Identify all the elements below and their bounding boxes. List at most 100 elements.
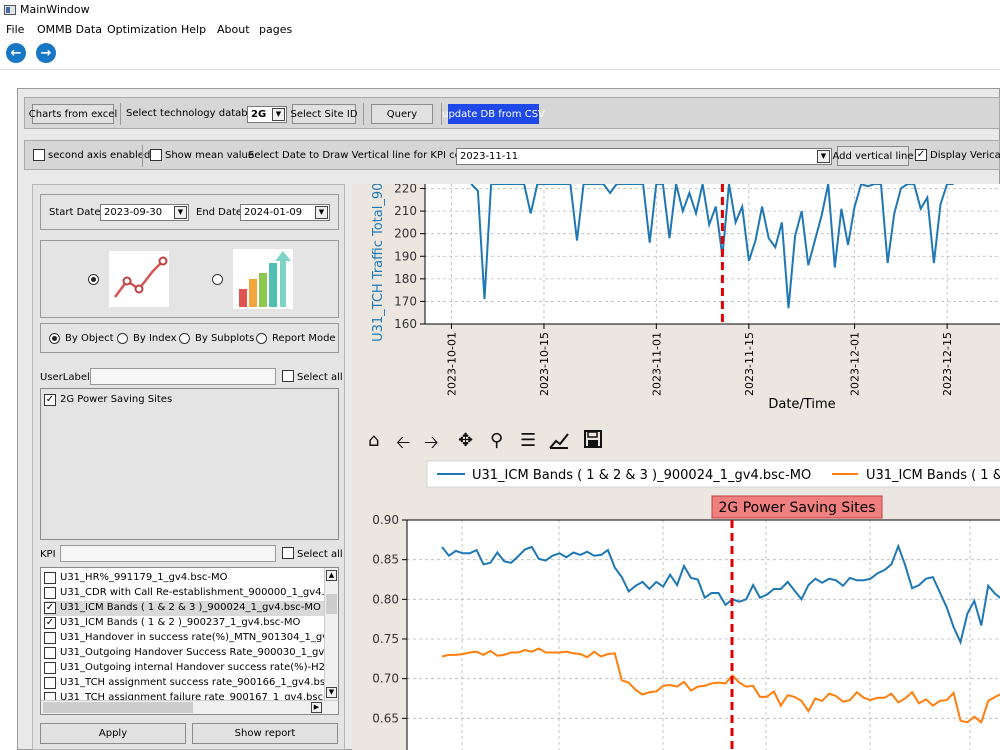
menu-help[interactable]: Help — [181, 23, 206, 36]
kpi-item-label: U31_Handover in success rate(%)_MTN_9013… — [60, 632, 339, 643]
left-panel: Start Date 2023-09-30 ▼ End Date 2024-01-… — [32, 184, 345, 750]
scroll-thumb[interactable] — [326, 594, 337, 614]
list-item[interactable]: U31_TCH assignment success rate_900166_1… — [44, 676, 338, 691]
kpi-checkbox[interactable] — [44, 677, 56, 689]
update-db-button[interactable]: update DB from CSV — [442, 104, 545, 124]
kpi-checkbox[interactable] — [44, 662, 56, 674]
configure-subplots-icon[interactable]: ☰ — [520, 430, 536, 451]
show-report-button[interactable]: Show report — [192, 723, 338, 744]
menu-ommb-data[interactable]: OMMB Data — [37, 23, 102, 36]
menu-file[interactable]: File — [6, 23, 24, 36]
edit-axis-icon[interactable] — [548, 430, 570, 450]
back-icon[interactable]: 🡠 — [396, 430, 411, 460]
kpi-item-label: U31_ICM Bands ( 1 & 2 & 3 )_900024_1_gv4… — [60, 602, 321, 613]
start-date-input[interactable]: 2023-09-30 ▼ — [100, 204, 189, 221]
menu-about[interactable]: About — [217, 23, 250, 36]
x-tick-label: 2023-12-01 — [849, 332, 862, 396]
userlabel-select-all-checkbox[interactable] — [282, 370, 294, 382]
show-mean-label: Show mean value — [165, 150, 255, 161]
second-axis-checkbox[interactable] — [33, 149, 45, 161]
app-window-icon — [4, 5, 16, 15]
navigation-toolbar: ← → — [0, 38, 1000, 70]
separator — [363, 103, 364, 125]
y-tick-label: 0.70 — [372, 672, 399, 686]
list-item[interactable]: U31_Outgoing internal Handover success r… — [44, 661, 338, 676]
kpi-checkbox[interactable]: ✓ — [44, 617, 56, 629]
list-item[interactable]: ✓ U31_ICM Bands ( 1 & 2 )_900237_1_gv4.bs… — [44, 616, 325, 631]
display-options-toolbar: second axis enabled Show mean value Sele… — [24, 140, 1000, 170]
list-item[interactable]: U31_CDR with Call Re-establishment_90000… — [44, 586, 338, 601]
userlabel-filter-input[interactable] — [90, 368, 276, 385]
tech-db-value: 2G — [251, 109, 267, 120]
apply-button[interactable]: Apply — [40, 723, 186, 744]
y-tick-label: 220 — [394, 184, 417, 196]
arrow-left-icon: ← — [10, 45, 22, 61]
plot-area: 160 170 180 190 200 210 220 2023-10-01 2023-10-1… — [352, 184, 1000, 750]
kpi-filter-input[interactable] — [60, 545, 276, 562]
icm-bands-chart[interactable]: U31_ICM Bands ( 1 & 2 & 3 )_900024_1_gv4… — [352, 458, 1000, 750]
end-date-input[interactable]: 2024-01-09 ▼ — [240, 204, 330, 221]
forward-icon[interactable]: 🡢 — [424, 430, 439, 460]
kpi-checkbox[interactable]: ✓ — [44, 602, 56, 614]
chart-title: 2G Power Saving Sites — [718, 500, 875, 516]
x-tick-label: 2023-12-15 — [941, 332, 954, 396]
list-item[interactable]: U31_Handover in success rate(%)_MTN_9013… — [44, 631, 338, 646]
scroll-thumb[interactable] — [43, 702, 193, 713]
title-bar: MainWindow — [0, 0, 1000, 20]
by-subplots-label: By Subplots — [195, 333, 255, 344]
list-item[interactable]: U31_Outgoing Handover Success Rate_90003… — [44, 646, 338, 661]
y-tick-label: 190 — [394, 249, 417, 263]
list-item[interactable]: U31_HR%_991179_1_gv4.bsc-MO — [44, 571, 325, 586]
tech-db-select[interactable]: 2G ▼ — [247, 106, 287, 123]
list-item[interactable]: ✓ U31_ICM Bands ( 1 & 2 & 3 )_900024_1_gv… — [44, 601, 325, 616]
kpi-vertical-scrollbar[interactable]: ▲ ▼ — [324, 568, 338, 700]
scroll-right-icon[interactable]: ▶ — [311, 702, 322, 713]
back-button[interactable]: ← — [6, 43, 26, 63]
add-vertical-line-button[interactable]: Add vertical line — [832, 146, 914, 166]
traffic-chart[interactable]: 160 170 180 190 200 210 220 2023-10-01 2023-10-1… — [352, 184, 1000, 424]
display-vline-checkbox[interactable]: ✓ — [915, 149, 927, 161]
pan-icon[interactable]: ✥ — [458, 430, 473, 451]
select-site-id-button[interactable]: Select Site ID — [290, 104, 358, 124]
userlabel-list: ✓ 2G Power Saving Sites — [40, 388, 339, 540]
report-mode-label: Report Mode — [272, 333, 336, 344]
chevron-down-icon: ▼ — [272, 108, 285, 121]
query-button[interactable]: Query — [371, 104, 433, 124]
kpi-checkbox[interactable] — [44, 587, 56, 599]
date-range-group: Start Date 2023-09-30 ▼ End Date 2024-01-… — [40, 194, 339, 230]
legend-label-series1: U31_ICM Bands ( 1 & 2 & 3 )_900024_1_gv4… — [472, 468, 811, 483]
kpi-checkbox[interactable] — [44, 632, 56, 644]
menu-optimization[interactable]: Optimization — [107, 23, 177, 36]
save-icon[interactable] — [584, 430, 602, 448]
y-axis-label: U31_TCH Traffic Total_9001 — [371, 184, 386, 342]
zoom-icon[interactable]: ⚲ — [490, 430, 503, 451]
forward-button[interactable]: → — [36, 43, 56, 63]
report-mode-radio[interactable] — [256, 333, 267, 344]
kpi-horizontal-scrollbar[interactable]: ▶ — [41, 700, 338, 714]
scroll-down-icon[interactable]: ▼ — [326, 687, 337, 698]
arrow-right-icon: → — [40, 45, 52, 61]
vline-date-select[interactable]: 2023-11-11 ▼ — [456, 148, 832, 165]
y-tick-label: 170 — [394, 294, 417, 308]
show-mean-checkbox[interactable] — [150, 149, 162, 161]
plot-background — [425, 184, 1000, 324]
legend-label-series2: U31_ICM Bands ( 1 & 2 — [866, 468, 1000, 483]
charts-from-excel-button[interactable]: Charts from excel — [29, 104, 117, 124]
kpi-item-label: U31_HR%_991179_1_gv4.bsc-MO — [60, 572, 228, 583]
menu-pages[interactable]: pages — [259, 23, 292, 36]
user-item-checkbox[interactable]: ✓ — [44, 394, 56, 406]
line-chart-radio[interactable] — [88, 274, 99, 285]
by-index-radio[interactable] — [117, 333, 128, 344]
by-subplots-radio[interactable] — [179, 333, 190, 344]
kpi-checkbox[interactable] — [44, 647, 56, 659]
by-object-radio[interactable] — [49, 333, 60, 344]
bar-chart-radio[interactable] — [212, 274, 223, 285]
kpi-select-all-label: Select all — [297, 549, 343, 560]
y-tick-label: 0.80 — [372, 592, 399, 606]
home-icon[interactable]: ⌂ — [368, 430, 379, 451]
scroll-up-icon[interactable]: ▲ — [326, 570, 337, 581]
kpi-checkbox[interactable] — [44, 572, 56, 584]
list-item[interactable]: ✓ 2G Power Saving Sites — [44, 393, 324, 408]
kpi-select-all-checkbox[interactable] — [282, 547, 294, 559]
separator — [142, 145, 143, 167]
